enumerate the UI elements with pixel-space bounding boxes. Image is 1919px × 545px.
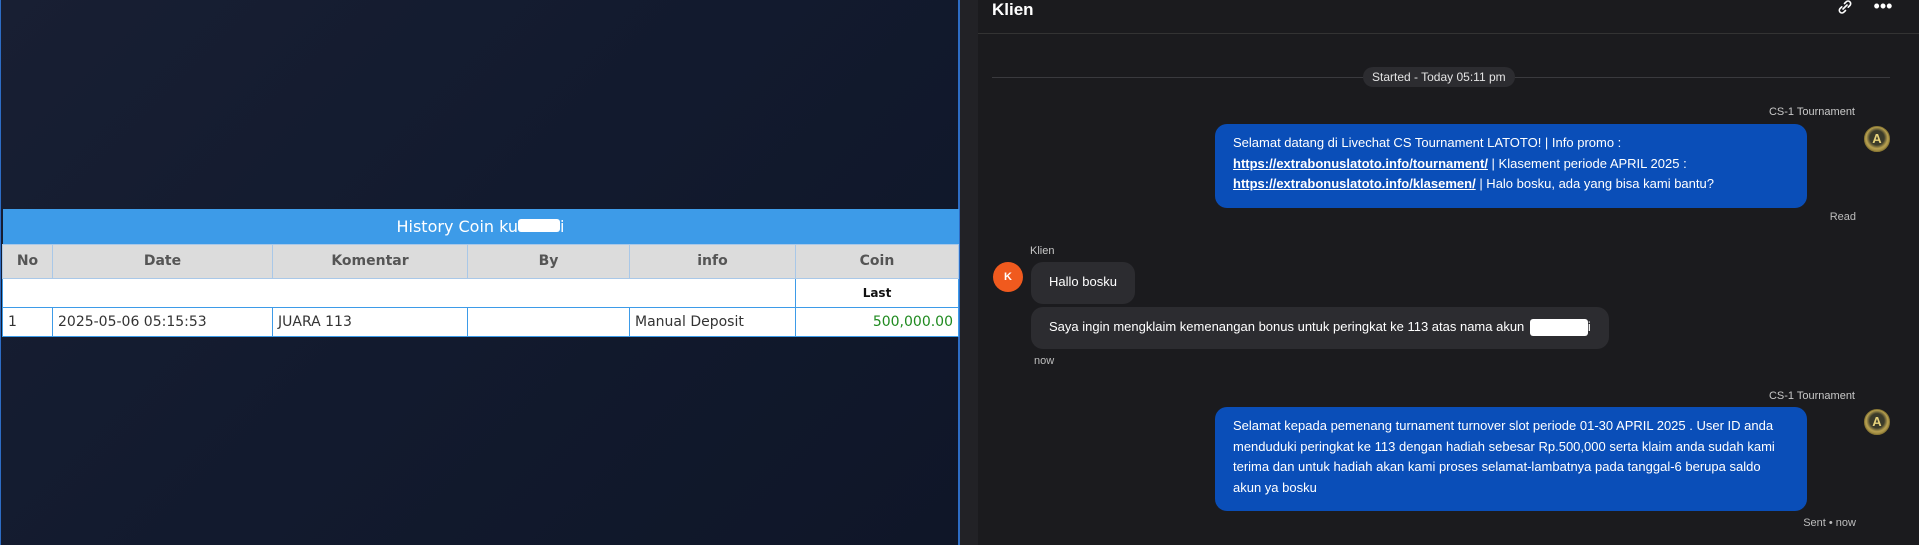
agent-message-bubble: Selamat kepada pemenang turnament turnov… (1215, 407, 1807, 511)
table-title-suffix: i (560, 216, 565, 236)
agent-avatar: A (1864, 409, 1890, 435)
row-by (467, 306, 630, 337)
client-message-bubble: Saya ingin mengklaim kemenangan bonus un… (1031, 307, 1609, 349)
client-message-text-suffix: i (1587, 319, 1591, 334)
table-title-prefix: History Coin ku (396, 216, 519, 236)
agent-message-text: Selamat kepada pemenang turnament turnov… (1233, 418, 1775, 495)
agent-message-text: Selamat datang di Livechat CS Tournament… (1233, 135, 1622, 150)
column-header-coin[interactable]: Coin (795, 243, 959, 279)
row-date: 2025-05-06 05:15:53 (52, 306, 273, 337)
column-header-info[interactable]: info (629, 243, 796, 279)
agent-message-text: | Klasement periode APRIL 2025 : (1487, 155, 1687, 171)
table-subheader-row: Last (2, 277, 959, 308)
table-title: History Coin ku i (2, 209, 959, 244)
screen: History Coin ku i No Date Komentar By inf… (0, 0, 1919, 545)
tournament-link[interactable]: https://extrabonuslatoto.info/tournament… (1233, 156, 1488, 171)
column-header-no[interactable]: No (2, 243, 53, 279)
pane-divider (960, 0, 978, 545)
column-header-by[interactable]: By (467, 243, 630, 279)
column-header-date[interactable]: Date (52, 243, 273, 279)
agent-avatar: A (1864, 126, 1890, 152)
klasemen-link[interactable]: https://extrabonuslatoto.info/klasemen/ (1233, 176, 1476, 191)
sent-status: Sent • now (1803, 517, 1856, 529)
more-options-icon[interactable]: ••• (1872, 0, 1894, 18)
subheader-last-label: Last (795, 277, 959, 308)
agent-message-bubble: Selamat datang di Livechat CS Tournament… (1215, 124, 1807, 208)
redaction-mark (1529, 319, 1588, 337)
agent-avatar-logo: A (1872, 131, 1882, 146)
read-status: Read (1829, 211, 1856, 223)
started-label: Started - Today 05:11 pm (1363, 67, 1515, 87)
coin-history-table: History Coin ku i No Date Komentar By inf… (2, 209, 959, 337)
link-icon[interactable] (1836, 0, 1858, 18)
client-avatar: K (993, 262, 1023, 292)
chat-pane: Klien ••• Started - Today 05:11 pm CS-1 … (978, 0, 1919, 545)
subheader-empty (2, 277, 796, 308)
client-name: Klien (1030, 245, 1055, 257)
table-header-row: No Date Komentar By info Coin (2, 243, 959, 279)
table-title-row: History Coin ku i (2, 209, 959, 244)
agent-message-text: | Halo bosku, ada yang bisa kami bantu? (1475, 176, 1714, 191)
row-coin: 500,000.00 (795, 306, 959, 337)
row-komentar: JUARA 113 (272, 306, 468, 337)
row-no: 1 (2, 306, 53, 337)
client-message-time: now (1034, 355, 1055, 367)
column-header-komentar[interactable]: Komentar (272, 243, 468, 279)
client-message-bubble: Hallo bosku (1031, 262, 1135, 304)
table-row[interactable]: 1 2025-05-06 05:15:53 JUARA 113 Manual D… (2, 306, 959, 337)
chat-header: Klien ••• (978, 0, 1919, 34)
agent-name: CS-1 Tournament (1768, 106, 1855, 118)
row-info: Manual Deposit (629, 306, 796, 337)
coin-history-pane: History Coin ku i No Date Komentar By inf… (0, 0, 960, 545)
client-message-text: Hallo bosku (1049, 274, 1117, 289)
agent-avatar-logo: A (1872, 414, 1882, 429)
client-message-text: Saya ingin mengklaim kemenangan bonus un… (1049, 319, 1525, 334)
chat-title: Klien (992, 0, 1034, 19)
redaction-mark (518, 219, 561, 233)
agent-name: CS-1 Tournament (1768, 390, 1855, 402)
